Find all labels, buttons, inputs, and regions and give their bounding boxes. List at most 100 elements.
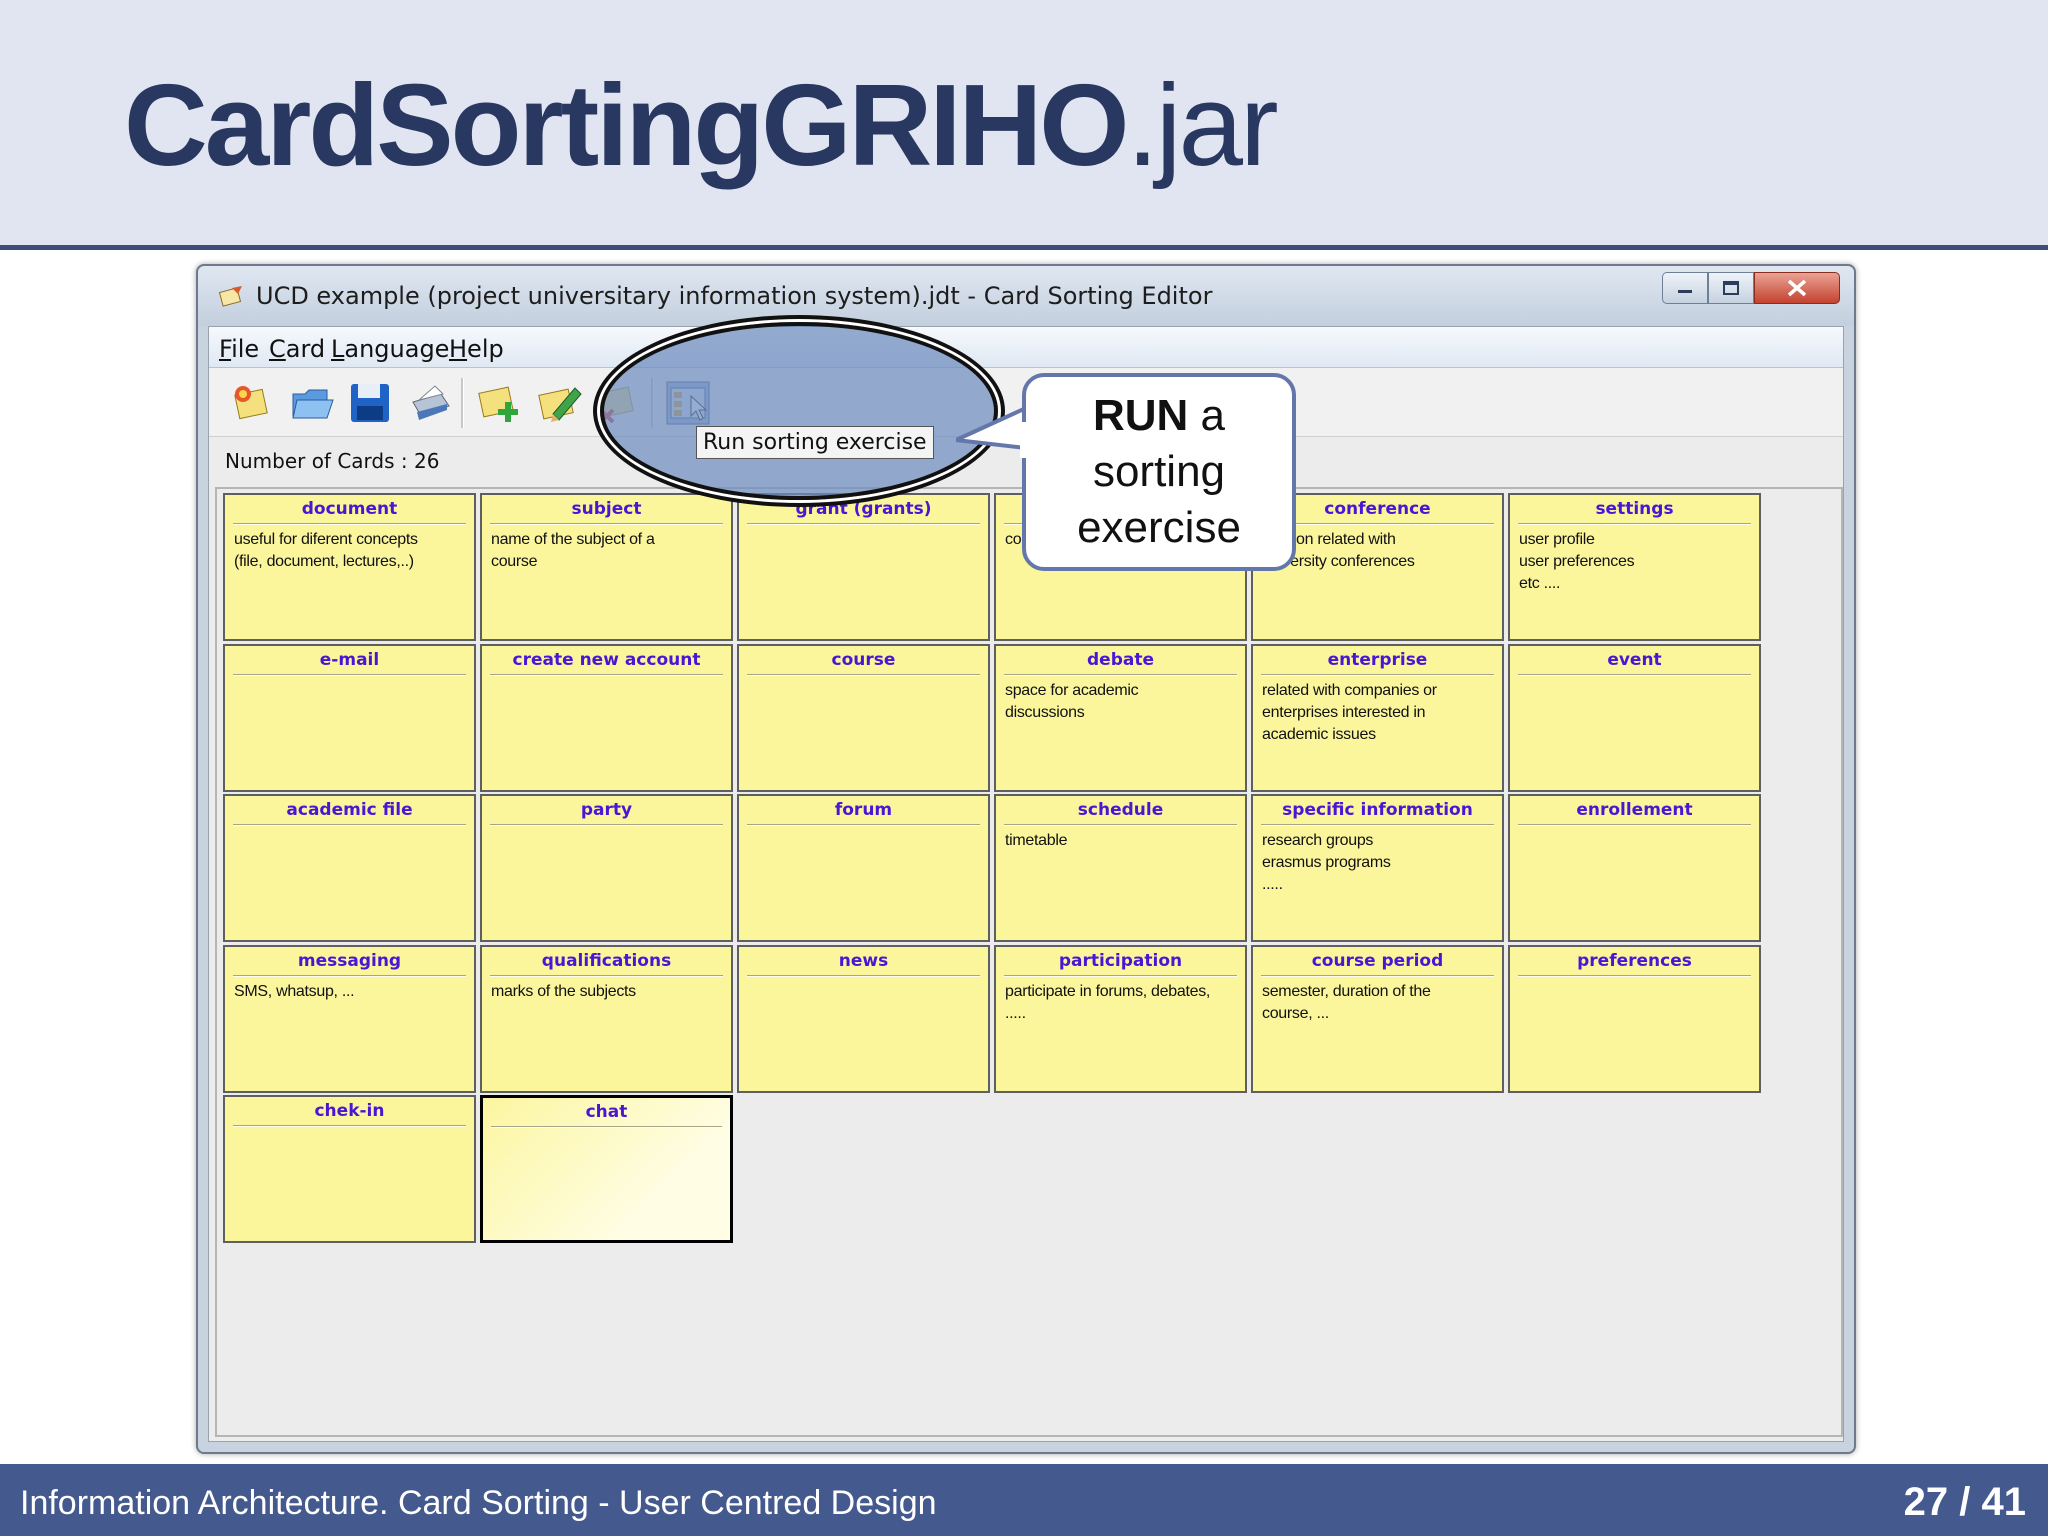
card-description: semester, duration of the course, ... <box>1262 982 1431 1022</box>
callout-run-word: RUN <box>1092 391 1189 440</box>
card-divider <box>233 523 466 525</box>
toolbar-separator <box>461 378 464 428</box>
card[interactable]: event <box>1508 643 1761 792</box>
menu-card[interactable]: Card <box>269 335 325 363</box>
card-divider <box>1518 673 1751 676</box>
card-divider <box>490 824 723 826</box>
card-area: document useful for diferent concepts (fi… <box>215 487 1843 1437</box>
card[interactable]: subject name of the subject of a course <box>480 493 733 641</box>
minimize-icon <box>1678 290 1692 293</box>
slide-title-suffix: .jar <box>1126 60 1278 190</box>
card-title: enterprise <box>1327 649 1428 670</box>
card-divider <box>491 1126 722 1128</box>
card-title: grant (grants) <box>795 499 932 519</box>
menu-file[interactable]: File <box>219 335 259 363</box>
card-divider <box>747 974 980 977</box>
slide-title-bold: CardSortingGRIHO <box>124 60 1129 190</box>
card-divider <box>233 673 466 676</box>
card-description: participate in forums, debates, ..... <box>1005 982 1211 1022</box>
card-divider <box>490 523 723 525</box>
add-card-icon[interactable] <box>477 380 523 426</box>
minimize-button[interactable] <box>1662 272 1708 304</box>
card-title: subject <box>571 499 642 519</box>
card-divider <box>1261 974 1494 977</box>
card[interactable]: debate space for academic discussions <box>994 643 1247 792</box>
card-divider <box>1004 974 1237 977</box>
card-title: event <box>1607 649 1662 670</box>
card[interactable]: specific information research groups eras… <box>1251 794 1504 942</box>
maximize-icon <box>1723 281 1739 295</box>
close-icon <box>1787 279 1807 297</box>
card-description: marks of the subjects <box>491 982 636 1000</box>
card-title: preferences <box>1577 950 1692 971</box>
card[interactable]: enterprise related with companies or ente… <box>1251 643 1504 792</box>
card-count-label: Number of Cards : 26 <box>225 449 440 473</box>
card[interactable]: party <box>480 794 733 942</box>
card[interactable]: create new account <box>480 643 733 792</box>
window-titlebar[interactable]: UCD example (project universitary inform… <box>198 266 1854 326</box>
card-title: enrollement <box>1576 800 1693 820</box>
new-project-icon[interactable] <box>229 380 275 426</box>
menubar: File Card Language Help <box>209 327 1843 368</box>
card-divider <box>490 974 723 977</box>
card-title: debate <box>1087 649 1154 670</box>
open-folder-icon[interactable] <box>289 380 335 426</box>
card[interactable]: grant (grants) <box>737 493 990 641</box>
window-controls <box>1662 272 1840 304</box>
menu-language[interactable]: Language <box>331 335 449 363</box>
card[interactable]: chek-in <box>223 1095 476 1243</box>
card-description: timetable <box>1005 832 1068 849</box>
card-divider <box>1261 673 1494 676</box>
card-title: course period <box>1311 950 1444 971</box>
card[interactable]: enrollement <box>1508 794 1761 942</box>
card[interactable]: course period semester, duration of the c… <box>1251 944 1504 1093</box>
footer-text: Information Architecture. Card Sorting -… <box>20 1484 937 1522</box>
card[interactable]: e-mail <box>223 643 476 792</box>
card[interactable]: preferences <box>1508 944 1761 1093</box>
card-divider <box>1518 824 1751 826</box>
card-divider <box>233 824 466 826</box>
maximize-button[interactable] <box>1708 272 1754 304</box>
card-title: forum <box>834 800 893 820</box>
card[interactable]: messaging SMS, whatsup, ... <box>223 944 476 1093</box>
card[interactable]: course <box>737 643 990 792</box>
slide-footer: Information Architecture. Card Sorting -… <box>0 1464 2048 1536</box>
card-divider <box>1518 974 1751 977</box>
save-icon[interactable] <box>347 380 393 426</box>
card[interactable]: settings user profile user preferences et… <box>1508 493 1761 641</box>
card[interactable]: news <box>737 944 990 1093</box>
card-description: useful for diferent concepts (file, docu… <box>234 531 418 570</box>
card-title: e-mail <box>319 649 380 670</box>
card-title: create new account <box>512 649 701 670</box>
callout-line-2: sorting <box>1092 447 1226 496</box>
callout-bubble: RUN a sorting exercise <box>1022 373 1296 571</box>
card-divider <box>233 974 466 977</box>
card-description: related with companies or enterprises in… <box>1262 681 1437 743</box>
card-title: specific information <box>1282 800 1473 820</box>
edit-card-icon[interactable] <box>537 380 583 426</box>
card-title: chek-in <box>314 1101 385 1121</box>
callout-a-word: a <box>1188 391 1226 440</box>
card-divider <box>747 523 980 525</box>
card[interactable]: participation participate in forums, deba… <box>994 944 1247 1093</box>
close-button[interactable] <box>1754 272 1840 304</box>
card[interactable]: qualifications marks of the subjects <box>480 944 733 1093</box>
card[interactable]: chat <box>480 1095 733 1243</box>
menu-help[interactable]: Help <box>449 335 504 363</box>
card-divider <box>747 824 980 826</box>
card-title: settings <box>1595 499 1674 519</box>
card-divider <box>1004 824 1237 826</box>
page-number: 27 / 41 <box>1903 1480 2026 1524</box>
card[interactable]: forum <box>737 794 990 942</box>
card-divider <box>490 673 723 676</box>
card-title: messaging <box>297 950 402 971</box>
card-divider <box>1518 523 1751 525</box>
card-description: space for academic discussions <box>1005 681 1139 721</box>
card-description: user profile user preferences etc .... <box>1519 531 1635 592</box>
card[interactable]: document useful for diferent concepts (fi… <box>223 493 476 641</box>
print-icon[interactable] <box>407 380 453 426</box>
card[interactable]: schedule timetable <box>994 794 1247 942</box>
callout-line-3: exercise <box>1077 503 1241 552</box>
slide-header: CardSortingGRIHO.jar <box>0 0 2048 250</box>
card[interactable]: academic file <box>223 794 476 942</box>
